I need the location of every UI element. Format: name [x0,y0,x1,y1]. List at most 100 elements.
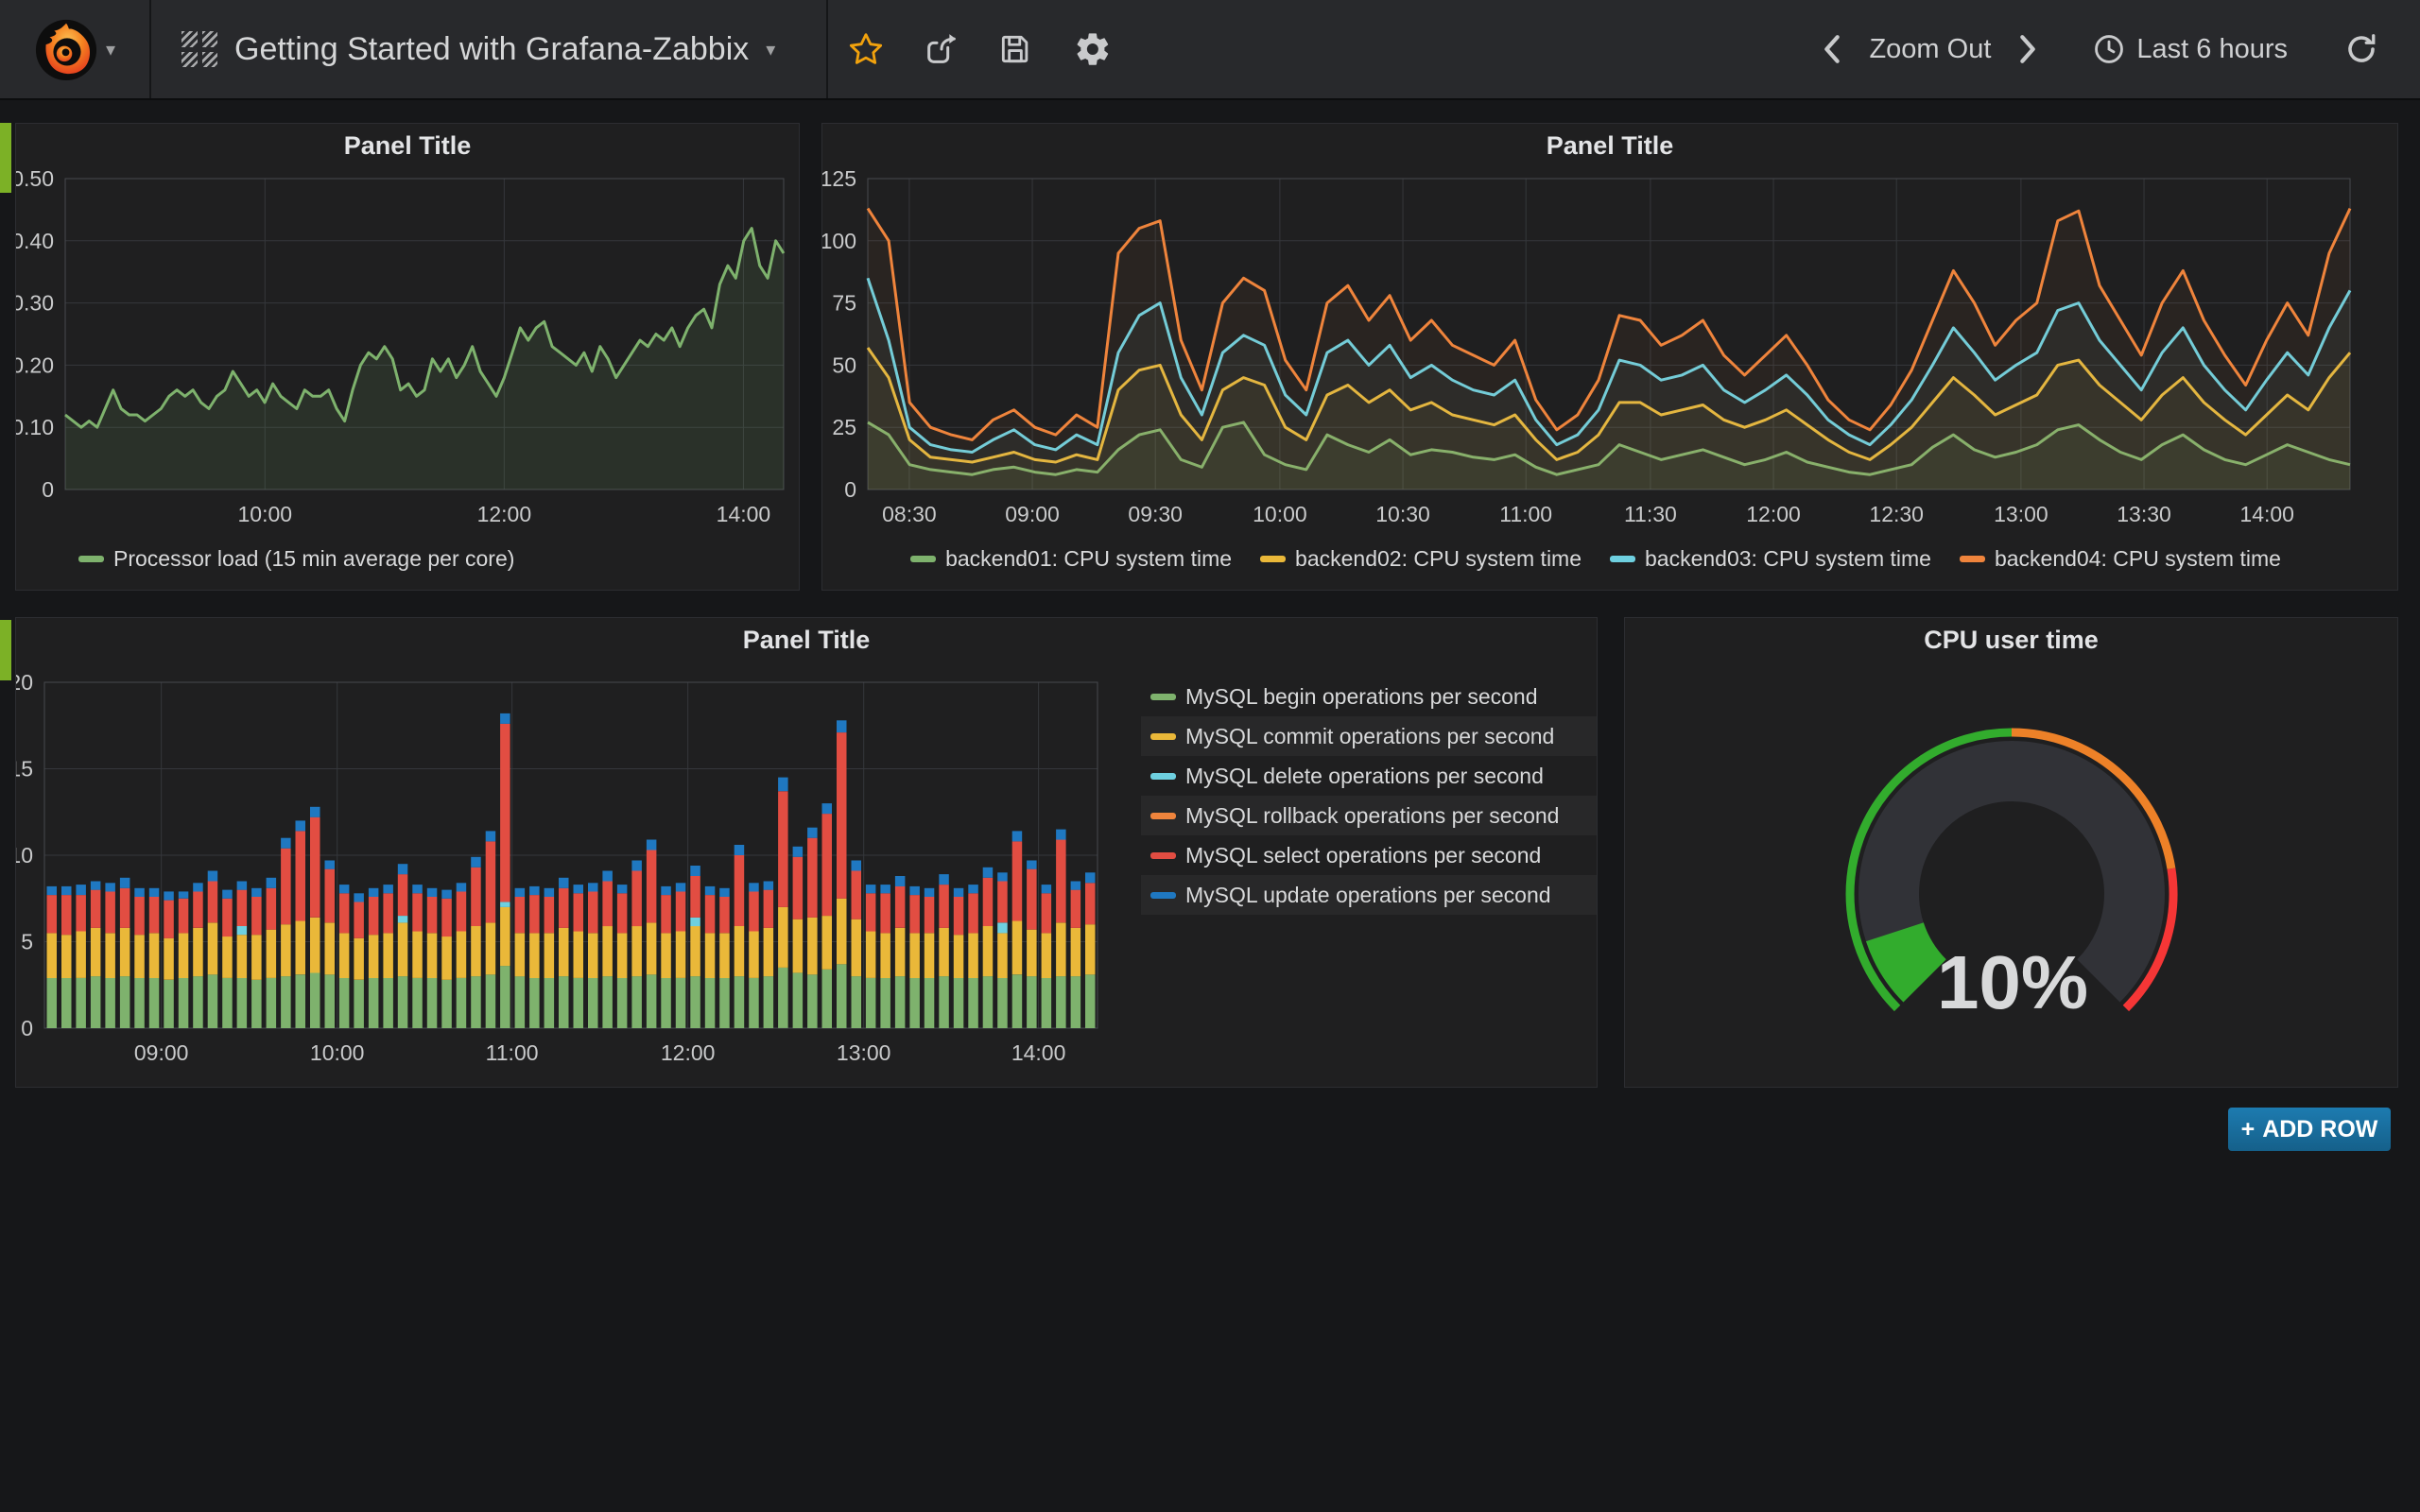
svg-text:11:00: 11:00 [486,1040,539,1065]
svg-text:13:30: 13:30 [2117,502,2171,526]
svg-text:0: 0 [42,477,54,502]
svg-text:10:00: 10:00 [310,1040,365,1065]
chart-legend: MySQL begin operations per second MySQL c… [1141,677,1597,915]
legend-dash-icon [1150,733,1176,740]
clock-icon [2093,33,2125,65]
legend-dash-icon [910,556,936,562]
svg-text:12:30: 12:30 [1869,502,1924,526]
legend-label: MySQL rollback operations per second [1185,803,1559,829]
panel-mysql-operations: Panel Title 09:0010:0011:0012:0013:0014:… [15,617,1598,1088]
grafana-logo [34,17,98,81]
zoom-out-button[interactable]: Zoom Out [1863,0,1996,98]
svg-text:11:00: 11:00 [1499,502,1552,526]
svg-text:10:00: 10:00 [1253,502,1307,526]
svg-text:0.30: 0.30 [16,291,54,316]
grafana-main-menu-button[interactable]: ▾ [0,0,149,98]
star-dashboard-button[interactable] [839,0,892,98]
title-caret-icon: ▾ [766,38,775,61]
svg-text:0: 0 [21,1016,33,1040]
add-row-label: ADD ROW [2262,1116,2377,1143]
refresh-button[interactable] [2339,0,2384,98]
svg-text:20: 20 [16,670,33,695]
legend-item[interactable]: backend03: CPU system time [1610,546,1931,572]
legend-dash-icon [1150,694,1176,700]
navbar-divider [149,0,151,98]
star-icon [847,30,885,68]
svg-text:10:30: 10:30 [1375,502,1430,526]
legend-label: MySQL commit operations per second [1185,724,1554,749]
time-picker-button[interactable]: Last 6 hours [2087,0,2293,98]
svg-text:09:00: 09:00 [134,1040,189,1065]
legend-item[interactable]: Processor load (15 min average per core) [78,546,514,572]
zoom-out-right-button[interactable] [2010,0,2046,98]
share-icon [923,30,960,68]
svg-text:10: 10 [16,843,33,868]
legend-item[interactable]: MySQL rollback operations per second [1141,796,1597,835]
panel-title[interactable]: Panel Title [822,131,2397,161]
grafana-dashboard: ▾ Getting Started with Grafana-Zabbix ▾ [0,0,2420,1512]
legend-item[interactable]: MySQL select operations per second [1141,835,1597,875]
svg-text:14:00: 14:00 [1011,1040,1066,1065]
zoom-out-label: Zoom Out [1869,34,1991,65]
svg-text:11:30: 11:30 [1624,502,1677,526]
legend-label: MySQL delete operations per second [1185,764,1544,789]
svg-text:13:00: 13:00 [1994,502,2048,526]
legend-dash-icon [1260,556,1286,562]
plus-icon: + [2241,1116,2256,1143]
legend-label: MySQL begin operations per second [1185,684,1537,710]
svg-text:12:00: 12:00 [661,1040,716,1065]
svg-text:14:00: 14:00 [2239,502,2294,526]
legend-label: Processor load (15 min average per core) [113,546,514,572]
svg-text:75: 75 [832,291,856,316]
chart-legend: backend01: CPU system time backend02: CPU… [822,546,2397,572]
legend-label: backend04: CPU system time [1995,546,2281,572]
row-1-handle[interactable] [0,123,11,193]
legend-item[interactable]: MySQL delete operations per second [1141,756,1597,796]
legend-item[interactable]: backend04: CPU system time [1960,546,2281,572]
refresh-icon [2344,32,2378,66]
legend-item[interactable]: backend01: CPU system time [910,546,1232,572]
cpu-system-time-chart[interactable]: 08:3009:0009:3010:0010:3011:0011:3012:00… [822,162,2397,544]
share-dashboard-button[interactable] [915,0,968,98]
panel-cpu-user-time: CPU user time 10% [1624,617,2398,1088]
dashboard-grid-icon [182,31,217,67]
chevron-left-icon [1820,33,1844,65]
row-2-handle[interactable] [0,620,11,680]
add-row-button[interactable]: +ADD ROW [2228,1108,2391,1151]
dashboard-title: Getting Started with Grafana-Zabbix [234,31,749,68]
legend-label: MySQL update operations per second [1185,883,1551,908]
navbar: ▾ Getting Started with Grafana-Zabbix ▾ [0,0,2420,100]
svg-text:0: 0 [844,477,856,502]
svg-text:50: 50 [832,352,856,377]
svg-text:09:30: 09:30 [1128,502,1183,526]
legend-item[interactable]: MySQL begin operations per second [1141,677,1597,716]
panel-title[interactable]: Panel Title [16,626,1597,655]
mysql-operations-chart[interactable]: 09:0010:0011:0012:0013:0014:0005101520 [16,656,1103,1072]
time-range-label: Last 6 hours [2136,34,2288,65]
legend-dash-icon [78,556,104,562]
legend-label: backend01: CPU system time [945,546,1232,572]
processor-load-chart[interactable]: 10:0012:0014:0000.100.200.300.400.50 [16,162,799,544]
save-icon [997,31,1033,67]
svg-text:08:30: 08:30 [882,502,937,526]
save-dashboard-button[interactable] [989,0,1042,98]
svg-text:14:00: 14:00 [717,502,771,526]
svg-text:12:00: 12:00 [477,502,532,526]
legend-dash-icon [1150,892,1176,899]
svg-text:5: 5 [21,930,33,954]
svg-text:25: 25 [832,415,856,439]
legend-item[interactable]: backend02: CPU system time [1260,546,1582,572]
dashboard-title-dropdown[interactable]: Getting Started with Grafana-Zabbix ▾ [182,0,775,98]
legend-item[interactable]: MySQL commit operations per second [1141,716,1597,756]
navbar-divider [826,0,828,98]
legend-item[interactable]: MySQL update operations per second [1141,875,1597,915]
panel-title[interactable]: Panel Title [16,131,799,161]
legend-label: backend03: CPU system time [1645,546,1931,572]
svg-text:100: 100 [822,229,856,253]
panel-processor-load: Panel Title 10:0012:0014:0000.100.200.30… [15,123,800,591]
legend-dash-icon [1150,852,1176,859]
zoom-out-left-button[interactable] [1814,0,1850,98]
dashboard-settings-button[interactable] [1066,0,1119,98]
svg-text:0.50: 0.50 [16,166,54,191]
legend-label: backend02: CPU system time [1295,546,1582,572]
